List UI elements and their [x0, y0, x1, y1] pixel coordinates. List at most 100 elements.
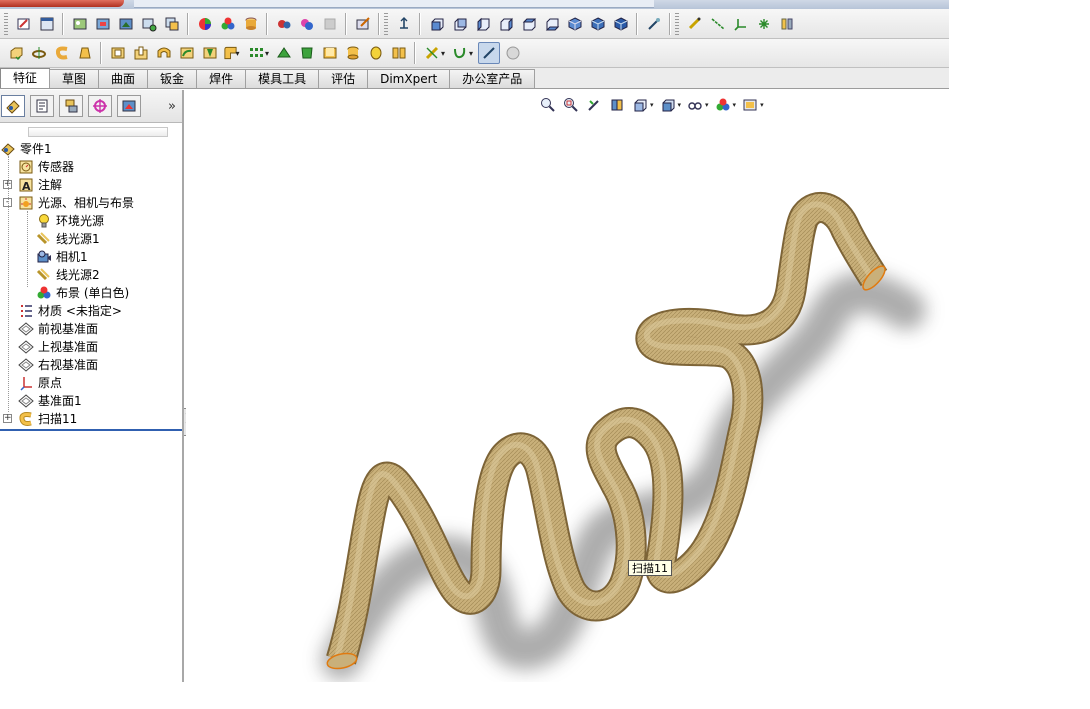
tree-root-part[interactable]: 零件1 [0, 140, 182, 158]
features-toolbar: ▾ ▾ ▾ ▾ [0, 39, 949, 68]
reference-geometry-icon[interactable] [422, 43, 442, 63]
tree-item-label: 环境光源 [56, 214, 105, 228]
window-icon[interactable] [37, 14, 57, 34]
edit-sketch-icon[interactable] [14, 14, 34, 34]
app-menu-button[interactable] [0, 0, 124, 7]
tree-item[interactable]: - 光源、相机与布景 [0, 194, 182, 212]
curves-icon[interactable] [450, 43, 470, 63]
lofted-cut-icon[interactable] [200, 43, 220, 63]
configuration-manager-tab[interactable] [59, 95, 83, 117]
render-icon[interactable] [70, 14, 90, 34]
back-view-icon[interactable] [450, 14, 470, 34]
top-view-icon[interactable] [519, 14, 539, 34]
lights-cameras-icon [18, 195, 34, 211]
reference-plane-icon[interactable] [685, 14, 705, 34]
tree-item[interactable]: 原点 [0, 374, 182, 392]
expand-icon[interactable]: + [3, 414, 12, 423]
tree-item[interactable]: 材质 <未指定> [0, 302, 182, 320]
decal-icon[interactable] [241, 14, 261, 34]
directional-light-icon [36, 267, 52, 283]
axis-icon[interactable] [708, 14, 728, 34]
revolved-boss-icon[interactable] [29, 43, 49, 63]
standard-toolbar [0, 9, 949, 39]
toolbar-grip[interactable] [4, 12, 8, 35]
view-orientation-icon[interactable] [644, 14, 664, 34]
rollback-bar[interactable] [0, 429, 182, 431]
sensor-icon [18, 159, 34, 175]
graphics-area[interactable]: ▾ ▾ ▾ ▾ ▾ 扫描11 [186, 90, 949, 682]
tab-surfaces[interactable]: 曲面 [98, 69, 149, 88]
feature-manager-tab[interactable] [1, 95, 25, 117]
appearance-icon[interactable] [195, 14, 215, 34]
camera-icon[interactable] [274, 14, 294, 34]
tab-weldments[interactable]: 焊件 [196, 69, 247, 88]
display-manager-tab[interactable] [117, 95, 141, 117]
tree-item[interactable]: 基准面1 [0, 392, 182, 410]
shell-icon[interactable] [320, 43, 340, 63]
tab-sheet-metal[interactable]: 钣金 [147, 69, 198, 88]
panel-more-button[interactable]: » [168, 99, 176, 114]
front-view-icon[interactable] [427, 14, 447, 34]
left-view-icon[interactable] [473, 14, 493, 34]
render-options-icon[interactable] [139, 14, 159, 34]
swept-cut-icon[interactable] [177, 43, 197, 63]
tab-sketch[interactable]: 草图 [49, 69, 100, 88]
split-icon[interactable] [389, 43, 409, 63]
normal-to-icon[interactable] [394, 14, 414, 34]
selection-tooltip: 扫描11 [628, 560, 672, 576]
trimetric-view-icon[interactable] [588, 14, 608, 34]
hole-wizard-icon[interactable] [131, 43, 151, 63]
tree-item[interactable]: + A 注解 [0, 176, 182, 194]
tree-item[interactable]: 传感器 [0, 158, 182, 176]
tree-item[interactable]: 上视基准面 [0, 338, 182, 356]
feature-manager-panel: » 零件1 传感器 + A 注解 - 光源、相机与布景 环境光源 线光源1 相机1 线光源2 布景 (… [0, 90, 184, 682]
material-icon [18, 303, 34, 319]
tab-dimxpert[interactable]: DimXpert [367, 69, 451, 88]
tab-mold-tools[interactable]: 模具工具 [245, 69, 320, 88]
render-region-icon[interactable] [93, 14, 113, 34]
draft-icon[interactable] [297, 43, 317, 63]
linear-pattern-icon[interactable] [246, 43, 266, 63]
tab-office-products[interactable]: 办公室产品 [449, 69, 536, 88]
point-icon[interactable] [754, 14, 774, 34]
dimxpert-manager-tab[interactable] [88, 95, 112, 117]
sweep-icon [18, 411, 34, 427]
dome-icon[interactable] [366, 43, 386, 63]
lights-icon[interactable] [297, 14, 317, 34]
revolved-cut-icon[interactable] [154, 43, 174, 63]
tree-item-label: 基准面1 [38, 394, 82, 408]
final-render-icon[interactable] [116, 14, 136, 34]
swept-rope-model[interactable] [186, 90, 949, 682]
isometric-view-icon[interactable] [565, 14, 585, 34]
extruded-cut-icon[interactable] [108, 43, 128, 63]
tree-item-label: 相机1 [56, 250, 88, 264]
coordinate-system-icon[interactable] [731, 14, 751, 34]
lofted-boss-icon[interactable] [75, 43, 95, 63]
tree-item[interactable]: + 扫描11 [0, 410, 182, 428]
dimetric-view-icon[interactable] [611, 14, 631, 34]
tree-item-label: 布景 (单白色) [56, 286, 130, 300]
directional-light-icon [36, 231, 52, 247]
tree-item[interactable]: 右视基准面 [0, 356, 182, 374]
fillet-icon[interactable]: ▾ [223, 43, 243, 63]
tree-item-label: 注解 [38, 178, 63, 192]
bottom-view-icon[interactable] [542, 14, 562, 34]
swept-boss-icon[interactable] [52, 43, 72, 63]
tree-filter-bar[interactable] [28, 127, 168, 137]
mate-reference-icon[interactable] [777, 14, 797, 34]
plane-icon [18, 357, 34, 373]
scene-icon[interactable] [218, 14, 238, 34]
sphere-icon[interactable] [503, 43, 523, 63]
property-manager-tab[interactable] [30, 95, 54, 117]
schedule-render-icon[interactable] [162, 14, 182, 34]
tab-features[interactable]: 特征 [0, 68, 51, 88]
wrap-icon[interactable] [343, 43, 363, 63]
tab-evaluate[interactable]: 评估 [318, 69, 369, 88]
tree-item-label: 光源、相机与布景 [38, 196, 135, 210]
photoview-icon[interactable] [353, 14, 373, 34]
rib-icon[interactable] [274, 43, 294, 63]
right-view-icon[interactable] [496, 14, 516, 34]
extruded-boss-icon[interactable] [6, 43, 26, 63]
instant3d-icon[interactable] [477, 42, 500, 64]
tree-item[interactable]: 前视基准面 [0, 320, 182, 338]
